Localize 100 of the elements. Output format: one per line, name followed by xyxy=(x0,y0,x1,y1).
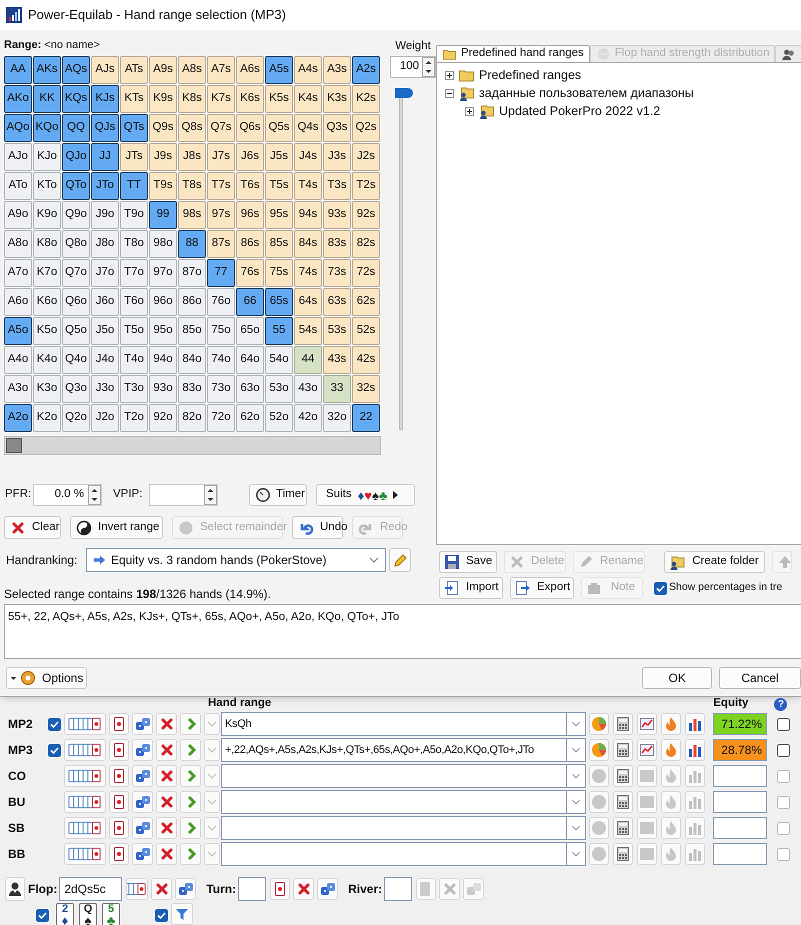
hand-cell[interactable]: Q5s xyxy=(265,114,293,142)
hand-cell[interactable]: AQs xyxy=(62,56,90,84)
hand-cell[interactable]: K8s xyxy=(178,85,206,113)
hand-cell[interactable]: KJo xyxy=(33,143,61,171)
hand-cell[interactable]: A9o xyxy=(4,201,32,229)
hand-cell[interactable]: 32s xyxy=(352,375,380,403)
tree-action-button[interactable]: Export xyxy=(510,577,574,599)
edit-button[interactable] xyxy=(389,548,411,572)
hand-cell[interactable]: Q4o xyxy=(62,346,90,374)
hand-cell[interactable]: QJs xyxy=(91,114,119,142)
dropdown-button[interactable] xyxy=(567,738,586,762)
checkbox[interactable] xyxy=(48,718,61,730)
card-button[interactable] xyxy=(109,739,129,761)
hand-cell[interactable]: 73o xyxy=(207,375,235,403)
hand-cell[interactable]: K4o xyxy=(33,346,61,374)
hand-cell[interactable]: J4o xyxy=(91,346,119,374)
action-button[interactable]: Invert range xyxy=(70,516,163,539)
hand-cell[interactable]: T3s xyxy=(323,172,351,200)
hand-cell[interactable]: K2s xyxy=(352,85,380,113)
hand-cell[interactable]: T5o xyxy=(120,317,148,345)
expand-icon[interactable] xyxy=(445,70,454,80)
hand-cell[interactable]: Q4s xyxy=(294,114,322,142)
board-field[interactable]: 2dQs5c xyxy=(59,877,122,901)
clear-button[interactable] xyxy=(156,739,177,761)
tree-item[interactable]: Updated PokerPro 2022 v1.2 xyxy=(499,102,660,120)
calculator-button[interactable] xyxy=(613,739,633,761)
clear-button[interactable] xyxy=(156,791,177,813)
hand-cell[interactable]: 98s xyxy=(178,201,206,229)
hand-cell[interactable]: 66 xyxy=(236,288,264,316)
hand-cell[interactable]: 99 xyxy=(149,201,177,229)
hand-cell[interactable]: T7o xyxy=(120,259,148,287)
hand-cell[interactable]: 62o xyxy=(236,404,264,432)
hand-cell[interactable]: 85o xyxy=(178,317,206,345)
hand-cell[interactable]: KK xyxy=(33,85,61,113)
hand-cell[interactable]: T3o xyxy=(120,375,148,403)
dropdown-button[interactable] xyxy=(567,764,586,788)
slider-thumb[interactable] xyxy=(6,438,22,453)
help-icon[interactable]: ? xyxy=(774,698,788,710)
hand-cell[interactable]: 65o xyxy=(236,317,264,345)
hand-cell[interactable]: 64s xyxy=(294,288,322,316)
card-deck-button[interactable] xyxy=(64,817,106,839)
hand-cell[interactable]: 92s xyxy=(352,201,380,229)
hand-cell[interactable]: 74o xyxy=(207,346,235,374)
apply-button[interactable] xyxy=(180,817,201,839)
flame-button[interactable] xyxy=(661,739,681,761)
clear-button[interactable] xyxy=(293,878,314,900)
hand-cell[interactable]: 97o xyxy=(149,259,177,287)
hand-cell[interactable]: 83o xyxy=(178,375,206,403)
bar-chart-button[interactable] xyxy=(685,713,705,735)
card-deck-button[interactable] xyxy=(126,878,148,900)
suits-button[interactable]: Suits ♦♥♠♣ xyxy=(316,484,415,506)
hand-cell[interactable]: 75s xyxy=(265,259,293,287)
hand-cell[interactable]: 96o xyxy=(149,288,177,316)
random-button[interactable] xyxy=(132,843,153,865)
line-chart-button[interactable] xyxy=(637,739,657,761)
hand-cell[interactable]: K8o xyxy=(33,230,61,258)
hand-cell[interactable]: Q9o xyxy=(62,201,90,229)
card-deck-button[interactable] xyxy=(64,765,106,787)
hand-range-field[interactable] xyxy=(221,790,567,814)
hand-cell[interactable]: 86o xyxy=(178,288,206,316)
hand-cell[interactable]: QQ xyxy=(62,114,90,142)
ok-button[interactable]: OK xyxy=(642,667,712,689)
hand-cell[interactable]: T4o xyxy=(120,346,148,374)
card-deck-button[interactable] xyxy=(64,713,106,735)
board-field[interactable] xyxy=(384,877,412,901)
vpip-field[interactable] xyxy=(149,484,218,506)
checkbox[interactable] xyxy=(654,582,667,594)
hand-cell[interactable]: J8o xyxy=(91,230,119,258)
hand-cell[interactable]: 95s xyxy=(265,201,293,229)
calculator-button[interactable] xyxy=(613,713,633,735)
hand-cell[interactable]: 87s xyxy=(207,230,235,258)
player-button[interactable] xyxy=(5,877,25,901)
hand-cell[interactable]: K9s xyxy=(149,85,177,113)
checkbox[interactable] xyxy=(777,744,790,756)
hand-cell[interactable]: K2o xyxy=(33,404,61,432)
hand-cell[interactable]: 72s xyxy=(352,259,380,287)
hand-cell[interactable]: 64o xyxy=(236,346,264,374)
hand-cell[interactable]: 84o xyxy=(178,346,206,374)
apply-button[interactable] xyxy=(180,791,201,813)
hand-cell[interactable]: 44 xyxy=(294,346,322,374)
hand-cell[interactable]: Q3o xyxy=(62,375,90,403)
hand-cell[interactable]: 43s xyxy=(323,346,351,374)
clear-button[interactable] xyxy=(156,817,177,839)
hand-cell[interactable]: Q5o xyxy=(62,317,90,345)
card-button[interactable] xyxy=(109,791,129,813)
action-button[interactable]: Clear xyxy=(4,516,61,539)
hand-cell[interactable]: A6o xyxy=(4,288,32,316)
hand-cell[interactable]: A5o xyxy=(4,317,32,345)
hand-cell[interactable]: 62s xyxy=(352,288,380,316)
dropdown-button[interactable] xyxy=(567,712,586,736)
hand-cell[interactable]: 53s xyxy=(323,317,351,345)
hand-cell[interactable]: KTo xyxy=(33,172,61,200)
hand-cell[interactable]: A7o xyxy=(4,259,32,287)
hand-range-field[interactable]: +,22,AQs+,A5s,A2s,KJs+,QTs+,65s,AQo+,A5o,A2o,KQo,QTo+,JTo xyxy=(221,738,567,762)
dropdown-button[interactable] xyxy=(567,816,586,840)
hand-cell[interactable]: AJs xyxy=(91,56,119,84)
board-field[interactable] xyxy=(238,877,266,901)
hand-cell[interactable]: AKo xyxy=(4,85,32,113)
random-button[interactable] xyxy=(132,765,153,787)
options-button[interactable]: Options xyxy=(6,667,88,689)
